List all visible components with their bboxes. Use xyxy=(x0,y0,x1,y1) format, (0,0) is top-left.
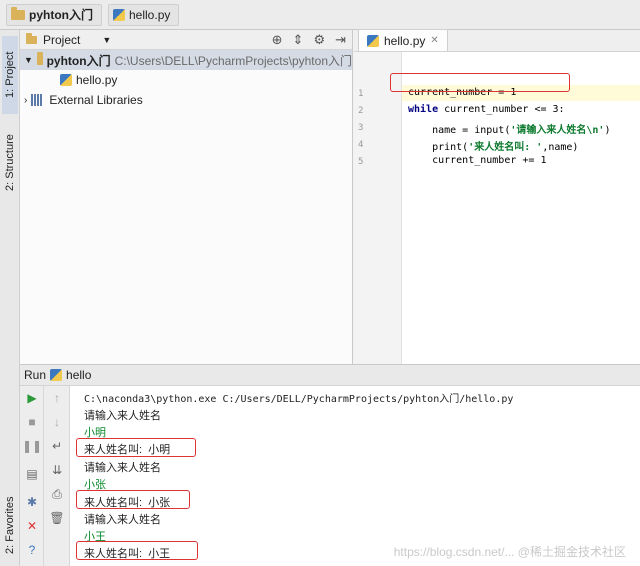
libraries-icon xyxy=(31,94,45,106)
folder-icon xyxy=(36,52,43,65)
chevron-down-icon[interactable]: ▼ xyxy=(24,55,33,65)
line-number: 4 xyxy=(358,140,364,150)
python-file-icon xyxy=(367,34,379,47)
editor-tabs: hello.py ✕ xyxy=(354,29,640,52)
left-tool-strip: 1: Project 2: Structure 2: Favorites ★ xyxy=(0,30,20,566)
python-file-icon xyxy=(60,74,72,86)
close-icon[interactable]: ✕ xyxy=(24,518,40,534)
run-toolbar-primary: ▶ ■ ❚❚ ▤ ✱ ✕ ? xyxy=(20,386,44,566)
annotation-box-while xyxy=(390,73,570,92)
tree-libraries-item[interactable]: › External Libraries xyxy=(20,90,352,110)
close-icon[interactable]: ✕ xyxy=(430,35,438,46)
tab-favorites[interactable]: 2: Favorites xyxy=(2,480,18,566)
python-file-icon xyxy=(50,369,63,381)
project-panel-header: Project ▼ ⊕ ⇕ ⚙ ⇥ xyxy=(20,30,352,50)
soft-wrap-icon[interactable]: ↵ xyxy=(49,438,65,454)
annotation-box-output-3 xyxy=(76,541,198,560)
tab-structure[interactable]: 2: Structure xyxy=(2,118,18,208)
pause-icon[interactable]: ❚❚ xyxy=(22,438,42,454)
annotation-box-output-1 xyxy=(76,438,196,457)
code-editor[interactable]: hello.py ✕ 1 2 3 4 5 current_number = 1 … xyxy=(354,29,640,364)
collapse-icon[interactable]: ⇕ xyxy=(293,32,304,48)
run-toolbar-secondary: ↑ ↓ ↵ ⇊ ⎙ 🗑 xyxy=(44,386,70,566)
stop-icon[interactable]: ■ xyxy=(24,414,40,430)
tree-file-item[interactable]: hello.py xyxy=(20,70,352,90)
breadcrumb-project[interactable]: pyhton入门 xyxy=(6,3,102,26)
folder-icon xyxy=(11,6,25,20)
annotation-box-output-2 xyxy=(76,490,190,509)
chevron-right-icon[interactable]: › xyxy=(24,95,27,106)
editor-tab-hello[interactable]: hello.py ✕ xyxy=(358,29,448,51)
code-line-3: name = input('请输入来人姓名\n') xyxy=(408,125,611,136)
scroll-to-end-icon[interactable]: ⇊ xyxy=(49,462,65,478)
line-number: 2 xyxy=(358,106,364,116)
gear-icon[interactable]: ⚙ xyxy=(313,32,325,48)
line-number: 3 xyxy=(358,123,364,133)
watermark: https://blog.csdn.net/... @稀土掘金技术社区 xyxy=(393,545,626,559)
arrow-up-icon[interactable]: ↑ xyxy=(49,390,65,406)
console-command-line: C:\naconda3\python.exe C:/Users/DELL/Pyc… xyxy=(84,394,514,405)
run-console[interactable]: C:\naconda3\python.exe C:/Users/DELL/Pyc… xyxy=(70,386,640,566)
breadcrumb-file[interactable]: hello.py xyxy=(108,3,180,26)
code-line-4: print('来人姓名叫: ',name) xyxy=(408,142,579,153)
chevron-down-icon[interactable]: ▼ xyxy=(102,35,111,45)
line-number: 5 xyxy=(358,157,364,167)
run-config-name[interactable]: hello xyxy=(66,368,91,382)
tab-project[interactable]: 1: Project xyxy=(2,36,18,114)
line-number: 1 xyxy=(358,89,364,99)
hide-icon[interactable]: ⇥ xyxy=(335,32,346,48)
code-line-2: while current_number <= 3: xyxy=(408,104,565,115)
tree-root-item[interactable]: ▼ pyhton入门 C:\Users\DELL\PycharmProjects… xyxy=(20,50,352,70)
project-view-selector[interactable]: Project xyxy=(43,33,80,47)
project-panel: Project ▼ ⊕ ⇕ ⚙ ⇥ ▼ pyhton入门 C:\Users\DE… xyxy=(20,30,353,364)
python-file-icon xyxy=(113,8,125,21)
console-prompt: 请输入来人姓名 xyxy=(84,462,161,474)
pin-icon[interactable]: ✱ xyxy=(24,494,40,510)
run-panel-header: Run hello xyxy=(20,364,640,386)
arrow-down-icon[interactable]: ↓ xyxy=(49,414,65,430)
run-icon[interactable]: ▶ xyxy=(24,390,40,406)
line-number-gutter: 1 2 3 4 5 xyxy=(354,52,402,364)
console-prompt: 请输入来人姓名 xyxy=(84,514,161,526)
project-icon xyxy=(26,32,37,44)
trash-icon[interactable]: 🗑 xyxy=(49,510,65,526)
print-icon[interactable]: ⎙ xyxy=(49,486,65,502)
breadcrumb: pyhton入门 hello.py xyxy=(0,0,640,30)
console-prompt: 请输入来人姓名 xyxy=(84,410,161,422)
locate-icon[interactable]: ⊕ xyxy=(272,32,283,48)
code-line-5: current_number += 1 xyxy=(408,155,547,166)
help-icon[interactable]: ? xyxy=(24,542,40,558)
layout-icon[interactable]: ▤ xyxy=(24,466,40,482)
